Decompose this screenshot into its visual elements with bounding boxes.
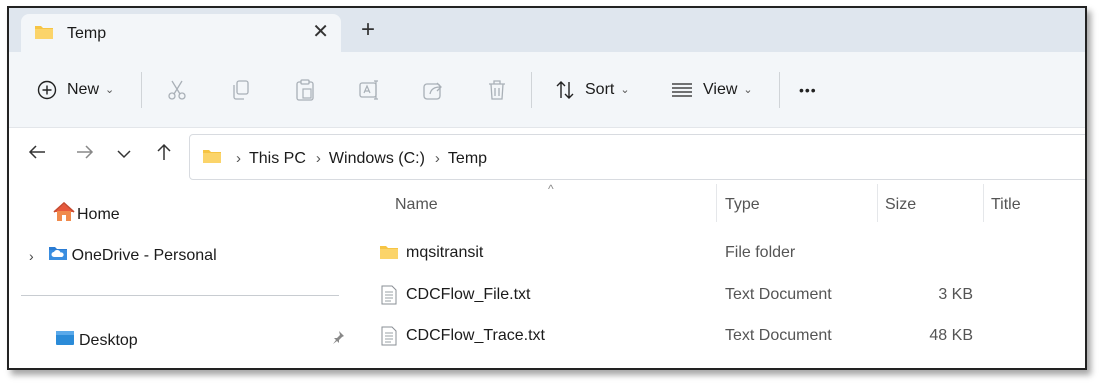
delete-button[interactable] [487,52,507,127]
column-header-type[interactable]: Type [725,196,760,214]
column-divider[interactable] [877,184,878,222]
file-row-cdcflow-trace[interactable]: CDCFlow_Trace.txt Text Document 48 KB [349,317,1085,357]
column-header-size[interactable]: Size [885,196,916,214]
command-bar: New ⌄ Sort ⌄ View ⌄ ••• [9,52,1085,127]
delete-icon [487,79,507,101]
up-button[interactable] [154,142,174,167]
breadcrumb-separator: › [315,150,321,167]
text-file-icon [381,285,397,310]
file-name: mqsitransit [406,244,484,261]
breadcrumb-separator: › [236,150,241,167]
tab-strip: Temp ✕ + [9,8,1085,52]
sidebar-item-desktop[interactable]: Desktop [55,330,138,351]
chevron-down-icon: ⌄ [743,84,753,96]
file-type: File folder [725,244,796,261]
back-arrow-icon [28,145,45,159]
column-header-name[interactable]: Name [395,196,438,214]
recent-locations-button[interactable] [117,146,131,164]
address-row: › This PC › Windows (C:) › Temp [9,127,1085,185]
more-icon: ••• [799,81,817,98]
sidebar-item-label: Desktop [79,331,138,349]
file-name: CDCFlow_File.txt [406,286,531,303]
file-name: CDCFlow_Trace.txt [406,327,545,344]
file-type: Text Document [725,327,832,344]
sidebar-item-label: Home [77,205,120,223]
tab-temp[interactable]: Temp ✕ [21,14,341,52]
folder-icon [379,244,399,265]
file-size: 3 KB [938,286,973,303]
rename-button[interactable] [359,52,381,127]
back-button[interactable] [27,142,47,167]
expand-chevron-icon[interactable]: › [29,248,34,264]
column-header-title[interactable]: Title [991,196,1021,214]
file-size: 48 KB [929,327,973,344]
cloud-folder-icon [48,245,68,266]
nav-divider [21,295,339,296]
breadcrumb: › This PC › Windows (C:) › Temp [202,148,487,169]
file-row-mqsitransit[interactable]: mqsitransit File folder [349,234,1085,274]
desktop-folder-icon [55,330,75,351]
plus-circle-icon [37,80,57,100]
pin-icon[interactable] [331,330,345,349]
navigation-pane: Home › OneDrive - Personal Desktop [9,184,349,368]
chevron-down-icon [117,150,131,159]
new-tab-button[interactable]: + [361,16,375,44]
home-icon [53,201,75,227]
new-label: New [67,80,100,98]
chevron-down-icon: ⌄ [620,84,630,96]
new-button[interactable]: New ⌄ [37,52,114,127]
copy-button[interactable] [231,52,251,127]
folder-icon [34,24,54,45]
column-divider[interactable] [983,184,984,222]
cut-button[interactable] [167,52,187,127]
sidebar-item-home[interactable]: Home [53,201,120,227]
sort-button[interactable]: Sort ⌄ [555,52,630,127]
rename-icon [359,79,381,101]
forward-arrow-icon [77,145,94,159]
text-file-icon [381,326,397,351]
breadcrumb-windows-c[interactable]: Windows (C:) [329,150,425,168]
file-list: ^ Name Type Size Title mqsitransit File … [349,182,1085,368]
breadcrumb-separator: › [434,150,440,167]
chevron-down-icon: ⌄ [105,84,115,96]
tab-title: Temp [67,25,107,42]
more-options-button[interactable]: ••• [799,52,817,127]
file-explorer-window: Temp ✕ + New ⌄ Sort ⌄ View ⌄ ••• › This … [7,6,1087,370]
copy-icon [231,79,251,101]
view-button[interactable]: View ⌄ [671,52,753,127]
view-icon [671,82,693,98]
breadcrumb-this-pc[interactable]: This PC [249,150,306,168]
paste-button[interactable] [295,52,315,127]
breadcrumb-temp[interactable]: Temp [448,150,487,168]
file-row-cdcflow-file[interactable]: CDCFlow_File.txt Text Document 3 KB [349,276,1085,316]
view-label: View [703,80,738,98]
toolbar-divider [141,72,142,108]
toolbar-divider [779,72,780,108]
share-icon [423,79,445,101]
address-bar[interactable]: › This PC › Windows (C:) › Temp [189,134,1085,180]
up-arrow-icon [157,143,171,160]
paste-icon [295,78,315,101]
sort-label: Sort [585,80,615,98]
share-button[interactable] [423,52,445,127]
sort-icon [555,80,575,100]
close-tab-button[interactable]: ✕ [312,20,329,44]
sidebar-item-onedrive[interactable]: › OneDrive - Personal [29,245,217,266]
forward-button[interactable] [75,142,95,167]
folder-icon [202,148,222,169]
sort-ascending-icon: ^ [548,182,554,196]
file-type: Text Document [725,286,832,303]
toolbar-divider [531,72,532,108]
cut-icon [167,79,187,101]
column-divider[interactable] [716,184,717,222]
sidebar-item-label: OneDrive - Personal [71,246,217,264]
